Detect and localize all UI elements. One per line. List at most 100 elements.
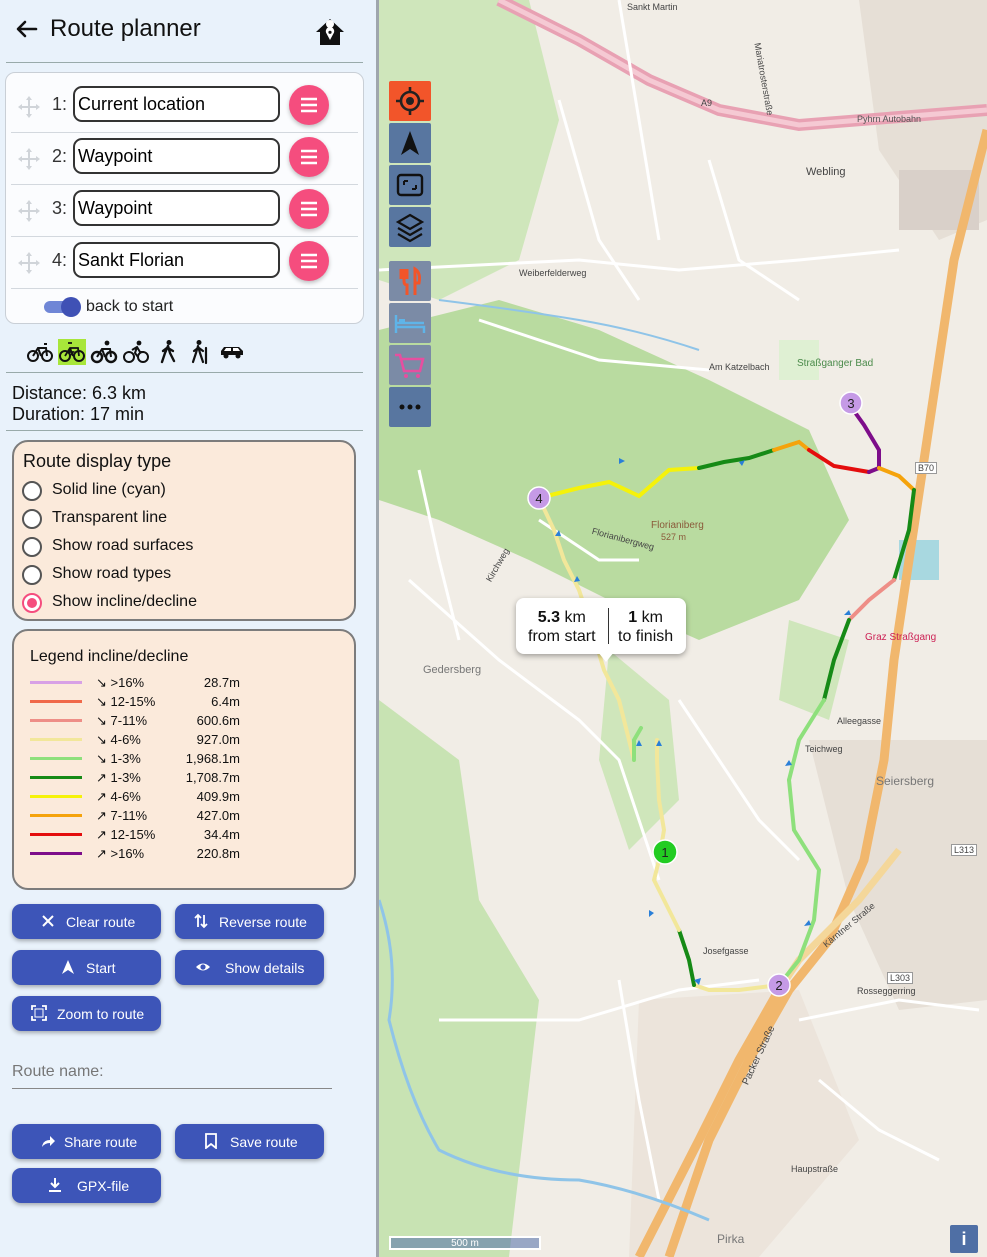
- ebike-icon[interactable]: [58, 339, 86, 365]
- locate-button[interactable]: [389, 81, 431, 121]
- route-marker-2[interactable]: 2: [767, 973, 791, 997]
- radio-button-selected[interactable]: [22, 593, 42, 613]
- route-marker-1[interactable]: 1: [652, 839, 678, 865]
- info-button[interactable]: i: [950, 1225, 978, 1253]
- route-name-input[interactable]: [12, 1088, 332, 1089]
- waypoint-menu-button[interactable]: [289, 85, 329, 125]
- home-marker-icon[interactable]: [314, 17, 346, 47]
- map-label: Haupstraße: [791, 1164, 839, 1174]
- food-poi-button[interactable]: [389, 261, 431, 301]
- gpx-file-button[interactable]: GPX-file: [12, 1168, 161, 1203]
- legend-label: ↘ 7-11%: [96, 713, 148, 728]
- mountain-bike-icon[interactable]: [90, 339, 118, 365]
- svg-text:3: 3: [847, 396, 854, 411]
- to-finish-info: 1 km to finish: [618, 608, 673, 646]
- hotel-poi-button[interactable]: [389, 303, 431, 343]
- option-label: Show road surfaces: [52, 537, 194, 554]
- more-button[interactable]: [389, 387, 431, 427]
- button-label: Clear route: [66, 914, 136, 930]
- waypoint-input[interactable]: [73, 86, 280, 122]
- legend-row: ↗ >16% 220.8m: [30, 844, 240, 863]
- waypoint-input[interactable]: [73, 138, 280, 174]
- reverse-route-button[interactable]: Reverse route: [175, 904, 324, 939]
- zoom-to-route-button[interactable]: Zoom to route: [12, 996, 161, 1031]
- legend-row: ↗ 7-11% 427.0m: [30, 806, 240, 825]
- walking-icon[interactable]: [154, 339, 182, 365]
- map-label: 527 m: [661, 532, 687, 542]
- save-route-button[interactable]: Save route: [175, 1124, 324, 1159]
- map-label: Webling: [806, 166, 846, 178]
- distance-text: Distance: 6.3 km: [12, 383, 147, 403]
- waypoint-menu-button[interactable]: [289, 137, 329, 177]
- button-label: GPX-file: [77, 1178, 130, 1194]
- waypoint-row: 4:: [6, 237, 363, 289]
- legend-row: ↘ 12-15% 6.4m: [30, 692, 240, 711]
- legend-row: ↘ 1-3% 1,968.1m: [30, 749, 240, 768]
- legend-row: ↗ 12-15% 34.4m: [30, 825, 240, 844]
- radio-button[interactable]: [22, 481, 42, 501]
- legend-row: ↗ 1-3% 1,708.7m: [30, 768, 240, 787]
- map-label: Pyhrn Autobahn: [857, 114, 922, 124]
- cycling-icon[interactable]: [122, 339, 150, 365]
- map-label: Gedersberg: [423, 664, 482, 676]
- map-label: A9: [701, 98, 713, 108]
- radio-button[interactable]: [22, 537, 42, 557]
- waypoint-input[interactable]: [73, 242, 280, 278]
- car-icon[interactable]: [218, 339, 246, 365]
- crosshair-icon: [396, 87, 424, 115]
- drag-handle-icon[interactable]: [17, 251, 41, 275]
- route-marker-3[interactable]: 3: [839, 391, 863, 415]
- legend-value: 409.9m: [196, 789, 240, 804]
- waypoint-number: 2:: [52, 146, 68, 166]
- back-arrow-icon[interactable]: [14, 16, 40, 42]
- radio-button[interactable]: [22, 509, 42, 529]
- shop-poi-button[interactable]: [389, 345, 431, 385]
- to-finish-label: to finish: [618, 628, 674, 645]
- popup-divider: [608, 608, 609, 644]
- svg-text:2: 2: [775, 978, 782, 993]
- drag-handle-icon[interactable]: [17, 199, 41, 223]
- legend-label: ↗ >16%: [96, 846, 145, 861]
- option-label: Solid line (cyan): [52, 481, 166, 498]
- menu-icon: [301, 253, 317, 269]
- button-label: Zoom to route: [57, 1006, 145, 1022]
- navigate-button[interactable]: [389, 123, 431, 163]
- button-label: Save route: [230, 1134, 298, 1150]
- eye-icon: [196, 963, 210, 971]
- row-divider: [11, 288, 358, 289]
- legend-value: 1,968.1m: [185, 751, 240, 766]
- drag-handle-icon[interactable]: [17, 147, 41, 171]
- route-marker-4[interactable]: 4: [527, 486, 551, 510]
- hiking-icon[interactable]: [186, 339, 214, 365]
- option-label: Transparent line: [52, 509, 168, 526]
- to-finish-value: 1: [628, 609, 638, 626]
- legend-swatch: [30, 757, 82, 760]
- zoom-extent-icon: [31, 1005, 47, 1021]
- map-label: Alleegasse: [837, 716, 882, 726]
- waypoint-list: 1: 2: 3: 4:: [5, 72, 364, 324]
- from-start-info: 5.3 km from start: [528, 608, 596, 646]
- waypoint-row: 3:: [6, 185, 363, 237]
- radio-button[interactable]: [22, 565, 42, 585]
- map-label: Rosseggerring: [857, 986, 916, 996]
- option-label: Show road types: [52, 565, 172, 582]
- waypoint-input[interactable]: [73, 190, 280, 226]
- map-view[interactable]: 4 3 2 1 Sankt Martin Pyhrn Autobahn A9 W…: [376, 0, 987, 1257]
- show-details-button[interactable]: Show details: [175, 950, 324, 985]
- map-label: Sankt Martin: [627, 2, 678, 12]
- layers-button[interactable]: [389, 207, 431, 247]
- back-to-start-toggle[interactable]: [42, 297, 82, 317]
- waypoint-menu-button[interactable]: [289, 189, 329, 229]
- waypoint-row: 2:: [6, 133, 363, 185]
- button-label: Share route: [64, 1134, 138, 1150]
- clear-route-button[interactable]: Clear route: [12, 904, 161, 939]
- road-bike-icon[interactable]: [26, 339, 54, 365]
- panel-header: Route planner: [0, 0, 372, 62]
- waypoint-menu-button[interactable]: [289, 241, 329, 281]
- legend-label: ↗ 12-15%: [96, 827, 156, 842]
- map-label: L313: [951, 844, 978, 856]
- start-button[interactable]: Start: [12, 950, 161, 985]
- drag-handle-icon[interactable]: [17, 95, 41, 119]
- zoom-extent-button[interactable]: [389, 165, 431, 205]
- share-route-button[interactable]: Share route: [12, 1124, 161, 1159]
